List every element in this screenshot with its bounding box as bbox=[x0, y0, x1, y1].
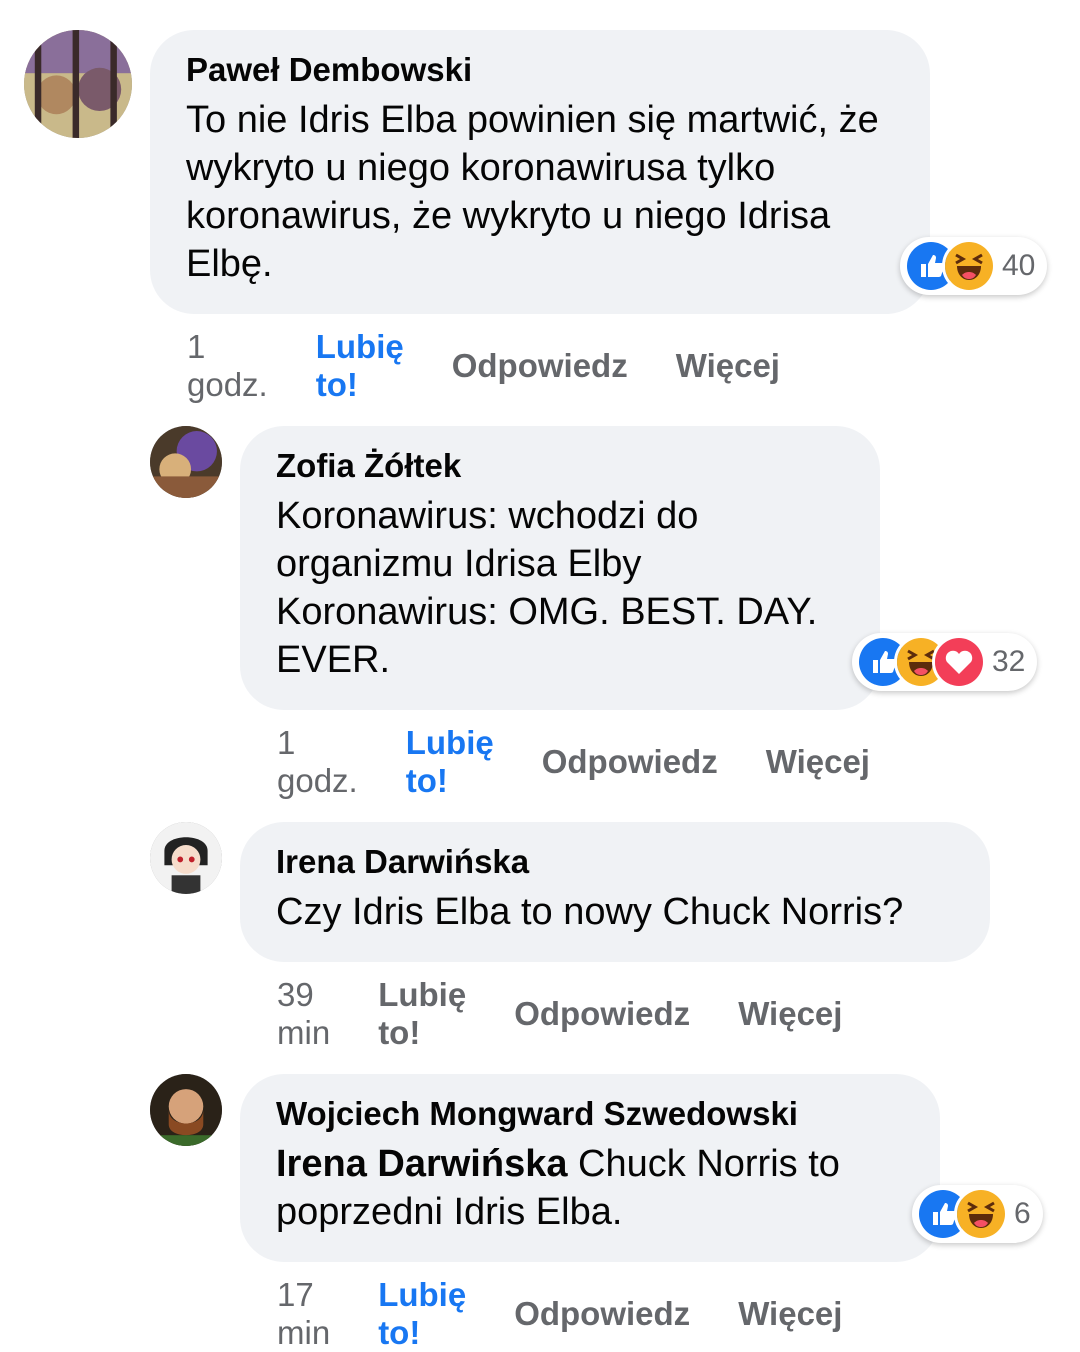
comment-bubble: Irena Darwińska Czy Idris Elba to nowy C… bbox=[240, 822, 990, 962]
comment-author[interactable]: Wojciech Mongward Szwedowski bbox=[276, 1094, 904, 1134]
comment-actions: 17 min Lubię to! Odpowiedz Więcej bbox=[277, 1276, 842, 1352]
haha-icon bbox=[954, 1187, 1008, 1241]
comment-actions: 39 min Lubię to! Odpowiedz Więcej bbox=[277, 976, 842, 1052]
comment-text: To nie Idris Elba powinien się martwić, … bbox=[186, 99, 879, 285]
like-button[interactable]: Lubię to! bbox=[378, 1276, 466, 1352]
avatar[interactable] bbox=[24, 30, 132, 138]
comment-actions: 1 godz. Lubię to! Odpowiedz Więcej bbox=[187, 328, 780, 404]
reactions-summary[interactable]: 32 bbox=[852, 633, 1038, 691]
comment-text: Czy Idris Elba to nowy Chuck Norris? bbox=[276, 891, 904, 933]
mention-link[interactable]: Irena Darwińska bbox=[276, 1143, 567, 1185]
comment-time[interactable]: 39 min bbox=[277, 976, 330, 1052]
more-button[interactable]: Więcej bbox=[738, 1295, 842, 1333]
like-button[interactable]: Lubię to! bbox=[406, 724, 494, 800]
avatar[interactable] bbox=[150, 1074, 222, 1146]
avatar[interactable] bbox=[150, 822, 222, 894]
comment-author[interactable]: Paweł Dembowski bbox=[186, 50, 894, 90]
reply-button[interactable]: Odpowiedz bbox=[542, 743, 718, 781]
love-icon bbox=[932, 635, 986, 689]
comment-text: Koronawirus: wchodzi do organizmu Idrisa… bbox=[276, 495, 818, 681]
comment-time[interactable]: 1 godz. bbox=[277, 724, 358, 800]
comment-time[interactable]: 1 godz. bbox=[187, 328, 268, 404]
reactions-summary[interactable]: 40 bbox=[900, 237, 1048, 295]
comment-bubble: Paweł Dembowski To nie Idris Elba powini… bbox=[150, 30, 930, 314]
reaction-count: 40 bbox=[1002, 249, 1036, 282]
comment-author[interactable]: Zofia Żółtek bbox=[276, 446, 844, 486]
comment-bubble: Zofia Żółtek Koronawirus: wchodzi do org… bbox=[240, 426, 880, 710]
reactions-summary[interactable]: 6 bbox=[912, 1185, 1043, 1243]
comment-text: Irena Darwińska Chuck Norris to poprzedn… bbox=[276, 1140, 904, 1236]
like-button[interactable]: Lubię to! bbox=[378, 976, 466, 1052]
reaction-count: 32 bbox=[992, 645, 1026, 678]
like-button[interactable]: Lubię to! bbox=[316, 328, 404, 404]
comment-bubble: Wojciech Mongward Szwedowski Irena Darwi… bbox=[240, 1074, 940, 1262]
comment-author[interactable]: Irena Darwińska bbox=[276, 842, 954, 882]
comment-time[interactable]: 17 min bbox=[277, 1276, 330, 1352]
more-button[interactable]: Więcej bbox=[676, 347, 780, 385]
more-button[interactable]: Więcej bbox=[766, 743, 870, 781]
more-button[interactable]: Więcej bbox=[738, 995, 842, 1033]
reaction-count: 6 bbox=[1014, 1197, 1031, 1230]
reply-button[interactable]: Odpowiedz bbox=[452, 347, 628, 385]
comment-actions: 1 godz. Lubię to! Odpowiedz Więcej bbox=[277, 724, 870, 800]
reply-button[interactable]: Odpowiedz bbox=[514, 1295, 690, 1333]
avatar[interactable] bbox=[150, 426, 222, 498]
haha-icon bbox=[942, 239, 996, 293]
reply-button[interactable]: Odpowiedz bbox=[514, 995, 690, 1033]
